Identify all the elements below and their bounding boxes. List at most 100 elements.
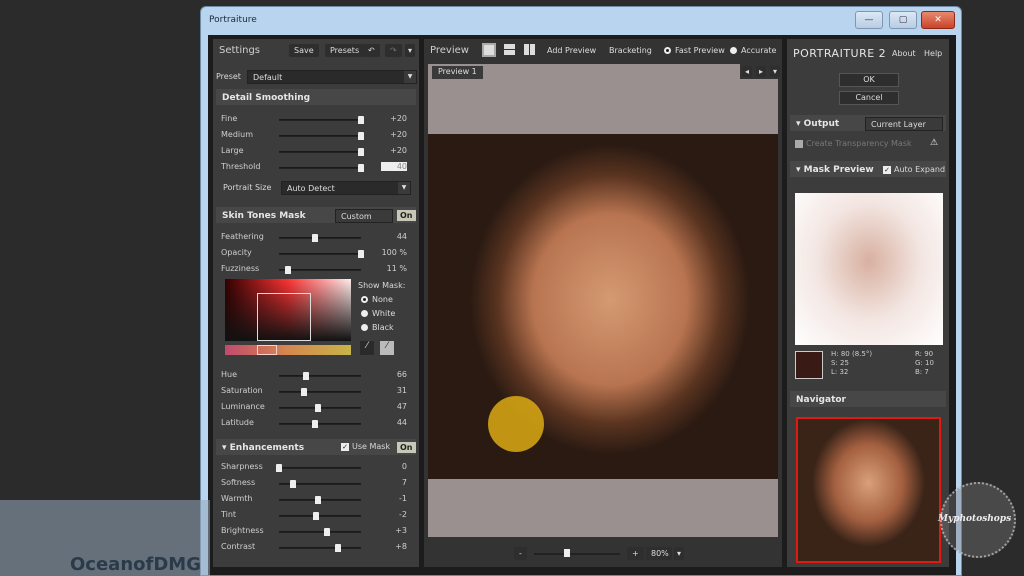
presets-button[interactable]: Presets — [325, 44, 365, 57]
bracketing-button[interactable]: Bracketing — [604, 44, 657, 57]
zoom-menu-icon[interactable]: ▾ — [674, 547, 685, 560]
slider-thumb[interactable] — [358, 148, 364, 156]
slider-value[interactable]: 40 — [381, 162, 407, 171]
slider-track[interactable] — [279, 372, 361, 380]
slider-thumb[interactable] — [285, 266, 292, 274]
redo-icon[interactable]: ↷ — [385, 44, 402, 57]
slider-value[interactable]: +20 — [367, 130, 407, 139]
tab-next-icon[interactable]: ▸ — [756, 66, 767, 77]
slider-track[interactable] — [279, 528, 361, 536]
auto-expand-checkbox[interactable]: ✓ Auto Expand — [883, 165, 945, 174]
slider-value[interactable]: -2 — [367, 510, 407, 519]
slider-track[interactable] — [279, 496, 361, 504]
slider-value[interactable]: 44 — [367, 232, 407, 241]
tab-prev-icon[interactable]: ◂ — [742, 66, 753, 77]
slider-track[interactable] — [279, 388, 361, 396]
slider-track[interactable] — [279, 132, 364, 140]
slider-value[interactable]: +8 — [367, 542, 407, 551]
slider-track[interactable] — [279, 234, 361, 242]
slider-thumb[interactable] — [315, 496, 322, 504]
transparency-checkbox[interactable]: Create Transparency Mask — [795, 139, 912, 148]
slider-track[interactable] — [279, 148, 364, 156]
portrait-image[interactable] — [428, 134, 778, 479]
fast-preview-radio[interactable]: Fast Preview — [664, 46, 725, 55]
slider-track[interactable] — [279, 420, 361, 428]
use-mask-checkbox[interactable]: ✓ Use Mask — [341, 442, 390, 451]
zoom-slider-thumb[interactable] — [563, 549, 570, 557]
range-selection-box[interactable] — [257, 293, 311, 341]
color-range-picker[interactable] — [225, 279, 351, 341]
slider-thumb[interactable] — [276, 464, 282, 472]
slider-thumb[interactable] — [358, 164, 364, 172]
help-button[interactable]: Help — [919, 47, 947, 60]
slider-value[interactable]: +3 — [367, 526, 407, 535]
preview-canvas[interactable] — [428, 79, 778, 537]
slider-thumb[interactable] — [289, 480, 296, 488]
slider-track[interactable] — [279, 250, 364, 258]
slider-value[interactable]: -1 — [367, 494, 407, 503]
detail-smoothing-header[interactable]: Detail Smoothing — [216, 89, 416, 105]
output-select[interactable]: Current Layer — [865, 117, 943, 131]
navigator-header[interactable]: Navigator — [790, 391, 946, 407]
slider-track[interactable] — [279, 404, 361, 412]
zoom-in-button[interactable]: + — [627, 547, 644, 560]
slider-track[interactable] — [279, 116, 364, 124]
slider-thumb[interactable] — [301, 388, 308, 396]
add-preview-button[interactable]: Add Preview — [542, 44, 601, 57]
preset-select[interactable]: Default ▼ — [247, 70, 417, 84]
slider-thumb[interactable] — [323, 528, 330, 536]
eyedropper-plus-icon[interactable]: ⁄ — [380, 341, 394, 355]
slider-thumb[interactable] — [314, 404, 321, 412]
skin-mode-select[interactable]: Custom — [335, 209, 393, 223]
slider-thumb[interactable] — [303, 372, 310, 380]
slider-thumb[interactable] — [358, 250, 364, 258]
split-vertical-icon[interactable] — [524, 44, 535, 55]
slider-value[interactable]: 44 — [367, 418, 407, 427]
accurate-radio[interactable]: Accurate — [730, 46, 776, 55]
eyedropper-icon[interactable]: ⁄ — [360, 341, 374, 355]
hue-selection[interactable] — [257, 345, 277, 355]
slider-track[interactable] — [279, 512, 361, 520]
slider-value[interactable]: 66 — [367, 370, 407, 379]
zoom-out-button[interactable]: - — [514, 547, 527, 560]
minimize-button[interactable]: — — [855, 11, 883, 29]
split-horizontal-icon[interactable] — [504, 44, 515, 55]
settings-menu-icon[interactable]: ▾ — [405, 44, 416, 57]
maximize-button[interactable]: ▢ — [889, 11, 917, 29]
save-button[interactable]: Save — [289, 44, 319, 57]
tab-preview-1[interactable]: Preview 1 — [432, 66, 483, 80]
slider-thumb[interactable] — [358, 116, 364, 124]
zoom-level[interactable]: 80% — [646, 547, 672, 560]
skin-on-toggle[interactable]: On — [397, 210, 416, 221]
slider-track[interactable] — [279, 544, 361, 552]
slider-value[interactable]: 11 % — [367, 264, 407, 273]
slider-track[interactable] — [279, 266, 361, 274]
cancel-button[interactable]: Cancel — [839, 91, 899, 105]
slider-thumb[interactable] — [358, 132, 364, 140]
slider-track[interactable] — [279, 480, 361, 488]
slider-track[interactable] — [276, 464, 361, 472]
show-mask-black-radio[interactable]: Black — [361, 323, 394, 332]
slider-value[interactable]: +20 — [367, 114, 407, 123]
enhancements-on-toggle[interactable]: On — [397, 442, 416, 453]
slider-thumb[interactable] — [335, 544, 342, 552]
slider-thumb[interactable] — [312, 512, 319, 520]
show-mask-none-radio[interactable]: None — [361, 295, 393, 304]
single-view-icon[interactable] — [482, 43, 496, 57]
slider-value[interactable]: 47 — [367, 402, 407, 411]
slider-value[interactable]: 0 — [367, 462, 407, 471]
close-button[interactable]: ✕ — [921, 11, 955, 29]
zoom-slider[interactable] — [534, 549, 620, 557]
slider-value[interactable]: 31 — [367, 386, 407, 395]
about-button[interactable]: About — [887, 47, 921, 60]
slider-thumb[interactable] — [312, 234, 319, 242]
slider-value[interactable]: 7 — [367, 478, 407, 487]
hue-strip[interactable] — [225, 345, 351, 355]
slider-value[interactable]: +20 — [367, 146, 407, 155]
ok-button[interactable]: OK — [839, 73, 899, 87]
slider-thumb[interactable] — [312, 420, 319, 428]
show-mask-white-radio[interactable]: White — [361, 309, 395, 318]
portrait-size-select[interactable]: Auto Detect ▼ — [281, 181, 411, 195]
slider-value[interactable]: 100 % — [367, 248, 407, 257]
slider-track[interactable] — [279, 164, 364, 172]
